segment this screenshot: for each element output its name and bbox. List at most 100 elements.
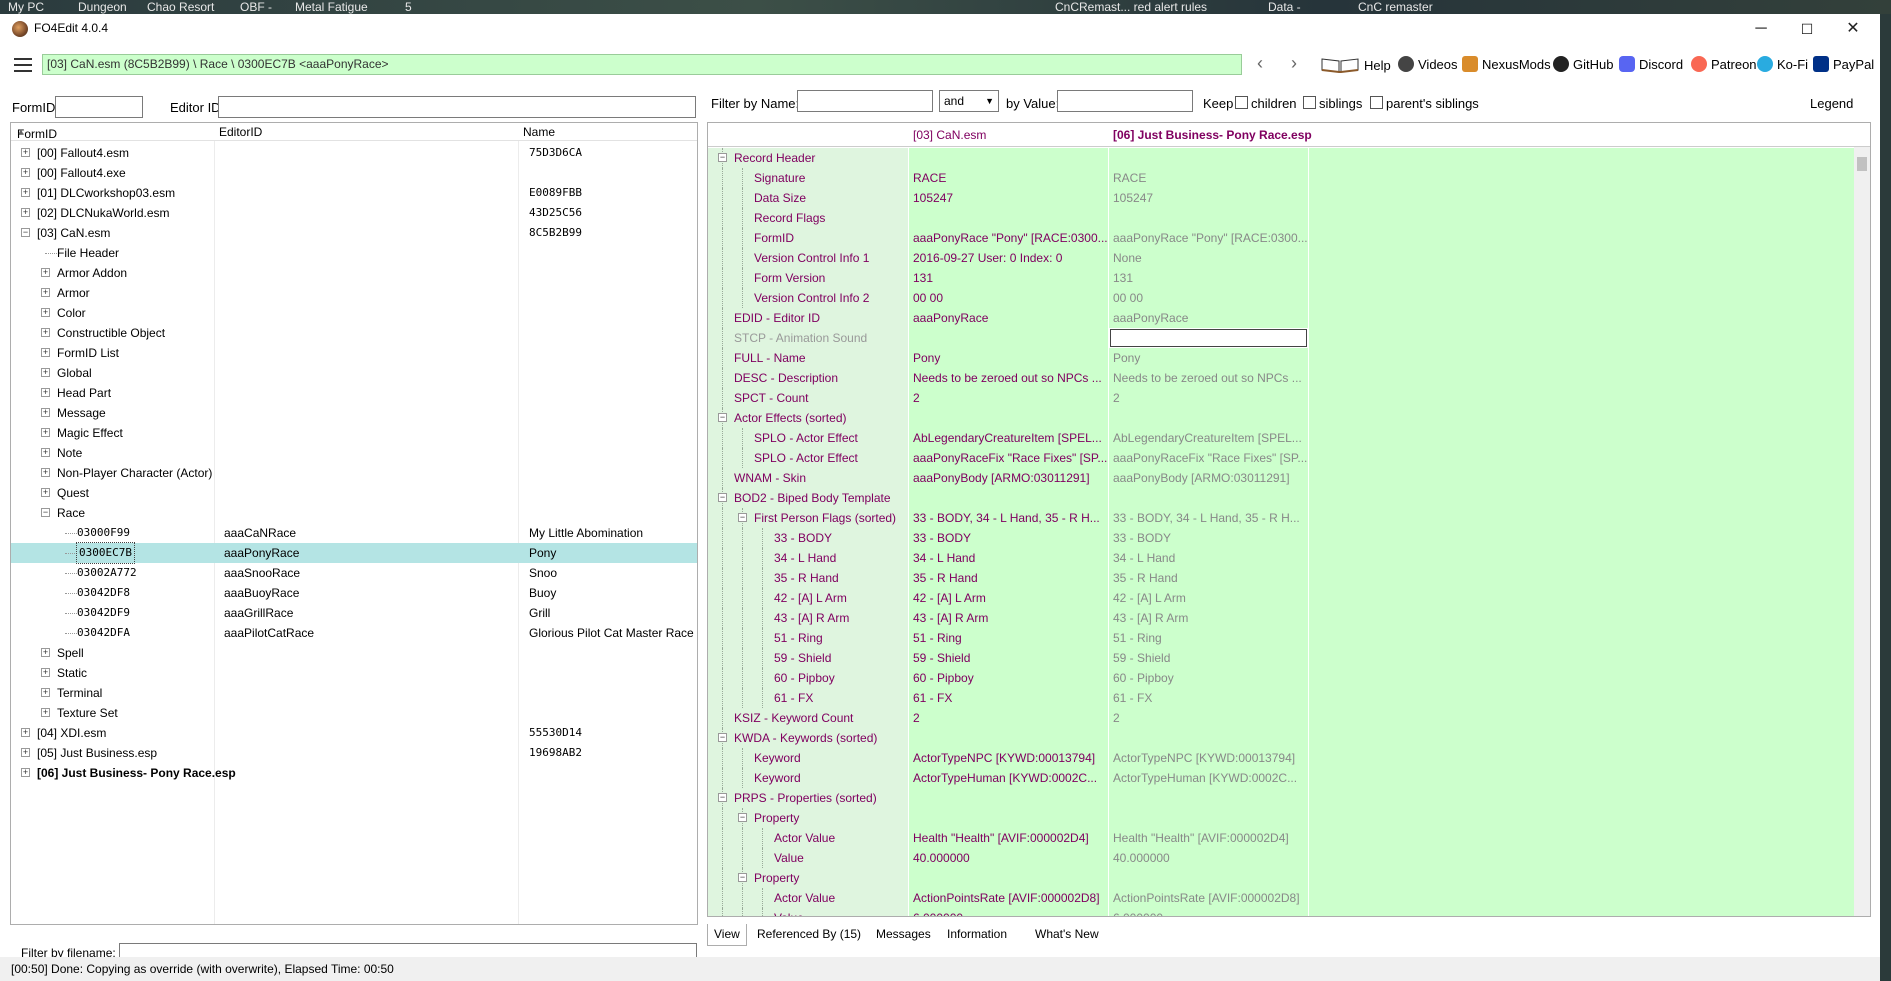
grid-cell-can-esm[interactable]: ActorTypeNPC [KYWD:00013794]: [909, 748, 1108, 768]
maximize-button[interactable]: ☐: [1784, 14, 1830, 44]
desktop-shortcut[interactable]: Metal Fatigue: [295, 0, 368, 14]
grid-cell-can-esm[interactable]: 131: [909, 268, 1108, 288]
grid-row[interactable]: 33 - BODY 33 - BODY 33 - BODY: [708, 528, 1854, 548]
grid-cell-pony-race-esp[interactable]: [1109, 148, 1308, 168]
grid-row[interactable]: Signature RACE RACE: [708, 168, 1854, 188]
grid-cell-pony-race-esp[interactable]: 00 00: [1109, 288, 1308, 308]
expand-icon[interactable]: +: [41, 668, 50, 677]
vertical-scrollbar[interactable]: [1854, 147, 1870, 916]
tree-row[interactable]: + Non-Player Character (Actor): [11, 463, 697, 483]
grid-row[interactable]: − Record Header: [708, 148, 1854, 168]
collapse-icon[interactable]: −: [718, 793, 727, 802]
collapse-icon[interactable]: −: [41, 508, 50, 517]
grid-row[interactable]: Version Control Info 1 2016-09-27 User: 0…: [708, 248, 1854, 268]
grid-row[interactable]: 42 - [A] L Arm 42 - [A] L Arm 42 - [A] L A…: [708, 588, 1854, 608]
grid-row[interactable]: 43 - [A] R Arm 43 - [A] R Arm 43 - [A] R A…: [708, 608, 1854, 628]
close-button[interactable]: ✕: [1830, 14, 1876, 44]
grid-cell-pony-race-esp[interactable]: 105247: [1109, 188, 1308, 208]
tab-whats-new[interactable]: What's New: [1029, 924, 1105, 946]
tab-referenced-by[interactable]: Referenced By (15): [751, 924, 867, 946]
grid-cell-pony-race-esp[interactable]: [1109, 208, 1308, 228]
desktop-shortcut[interactable]: CnCRemast... red alert rules: [1055, 0, 1207, 14]
grid-cell-pony-race-esp[interactable]: [1109, 788, 1308, 808]
tree-row[interactable]: File Header: [11, 243, 697, 263]
grid-cell-can-esm[interactable]: [909, 328, 1108, 348]
expand-icon[interactable]: +: [41, 648, 50, 657]
grid-row[interactable]: 59 - Shield 59 - Shield 59 - Shield: [708, 648, 1854, 668]
grid-cell-pony-race-esp[interactable]: 51 - Ring: [1109, 628, 1308, 648]
column-header-name[interactable]: Name: [523, 125, 555, 139]
tree-row[interactable]: 0300EC7B aaaPonyRace Pony: [11, 542, 697, 564]
grid-cell-pony-race-esp[interactable]: ActionPointsRate [AVIF:000002D8]: [1109, 888, 1308, 908]
expand-icon[interactable]: +: [41, 448, 50, 457]
grid-cell-can-esm[interactable]: ActionPointsRate [AVIF:000002D8]: [909, 888, 1108, 908]
grid-cell-can-esm[interactable]: 105247: [909, 188, 1108, 208]
grid-cell-can-esm[interactable]: aaaPonyRace "Pony" [RACE:0300...: [909, 228, 1108, 248]
grid-cell-can-esm[interactable]: aaaPonyRace: [909, 308, 1108, 328]
collapse-icon[interactable]: −: [738, 813, 747, 822]
grid-cell-can-esm[interactable]: RACE: [909, 168, 1108, 188]
tree-row[interactable]: 03000F99 aaaCaNRace My Little Abomination: [11, 523, 697, 543]
expand-icon[interactable]: +: [41, 328, 50, 337]
desktop-shortcut[interactable]: CnC remaster: [1358, 0, 1433, 14]
tree-row[interactable]: + Global: [11, 363, 697, 383]
expand-icon[interactable]: +: [21, 168, 30, 177]
grid-row[interactable]: − Actor Effects (sorted): [708, 408, 1854, 428]
grid-cell-pony-race-esp[interactable]: 60 - Pipboy: [1109, 668, 1308, 688]
logic-select[interactable]: and ▼: [939, 90, 999, 112]
expand-icon[interactable]: +: [41, 308, 50, 317]
desktop-shortcut[interactable]: Chao Resort: [147, 0, 214, 14]
grid-row[interactable]: − KWDA - Keywords (sorted): [708, 728, 1854, 748]
grid-cell-pony-race-esp[interactable]: 43 - [A] R Arm: [1109, 608, 1308, 628]
collapse-icon[interactable]: −: [738, 873, 747, 882]
videos-link[interactable]: Videos: [1398, 56, 1458, 72]
tree-row[interactable]: + Color: [11, 303, 697, 323]
grid-row[interactable]: 60 - Pipboy 60 - Pipboy 60 - Pipboy: [708, 668, 1854, 688]
grid-cell-can-esm[interactable]: 43 - [A] R Arm: [909, 608, 1108, 628]
grid-row[interactable]: Version Control Info 2 00 00 00 00: [708, 288, 1854, 308]
tab-information[interactable]: Information: [941, 924, 1013, 946]
grid-row[interactable]: SPCT - Count 2 2: [708, 388, 1854, 408]
minimize-button[interactable]: ─: [1738, 14, 1784, 44]
grid-row[interactable]: 51 - Ring 51 - Ring 51 - Ring: [708, 628, 1854, 648]
tree-row[interactable]: 03042DF8 aaaBuoyRace Buoy: [11, 583, 697, 603]
paypal-link[interactable]: PayPal: [1813, 56, 1874, 72]
tree-row[interactable]: + [01] DLCworkshop03.esm E0089FBB: [11, 183, 697, 203]
grid-cell-pony-race-esp[interactable]: 40.000000: [1109, 848, 1308, 868]
formid-input[interactable]: [55, 96, 143, 118]
tree-row[interactable]: + [06] Just Business- Pony Race.esp: [11, 763, 697, 783]
grid-row[interactable]: STCP - Animation Sound: [708, 328, 1854, 348]
editorid-input[interactable]: [218, 96, 696, 118]
grid-cell-can-esm[interactable]: 34 - L Hand: [909, 548, 1108, 568]
record-compare-grid[interactable]: [03] CaN.esm [06] Just Business- Pony Ra…: [707, 122, 1871, 917]
grid-cell-can-esm[interactable]: 00 00: [909, 288, 1108, 308]
expand-icon[interactable]: +: [41, 288, 50, 297]
grid-cell-pony-race-esp[interactable]: 33 - BODY: [1109, 528, 1308, 548]
forward-arrow-icon[interactable]: ›: [1284, 53, 1304, 74]
grid-cell-can-esm[interactable]: Health "Health" [AVIF:000002D4]: [909, 828, 1108, 848]
grid-row[interactable]: − First Person Flags (sorted) 33 - BODY, 3…: [708, 508, 1854, 528]
help-link[interactable]: Help: [1320, 56, 1391, 74]
grid-cell-can-esm[interactable]: [909, 868, 1108, 888]
expand-icon[interactable]: +: [41, 368, 50, 377]
grid-cell-pony-race-esp[interactable]: 61 - FX: [1109, 688, 1308, 708]
grid-cell-can-esm[interactable]: [909, 148, 1108, 168]
tab-view[interactable]: View: [707, 924, 747, 946]
expand-icon[interactable]: +: [21, 748, 30, 757]
grid-row[interactable]: WNAM - Skin aaaPonyBody [ARMO:03011291] aa…: [708, 468, 1854, 488]
grid-cell-pony-race-esp[interactable]: RACE: [1109, 168, 1308, 188]
siblings-checkbox[interactable]: [1303, 96, 1316, 109]
grid-cell-pony-race-esp[interactable]: None: [1109, 248, 1308, 268]
tree-row[interactable]: + [04] XDI.esm 55530D14: [11, 723, 697, 743]
grid-row[interactable]: 35 - R Hand 35 - R Hand 35 - R Hand: [708, 568, 1854, 588]
collapse-icon[interactable]: −: [718, 413, 727, 422]
grid-cell-can-esm[interactable]: [909, 788, 1108, 808]
grid-row[interactable]: SPLO - Actor Effect aaaPonyRaceFix "Race …: [708, 448, 1854, 468]
record-path-bar[interactable]: [03] CaN.esm (8C5B2B99) \ Race \ 0300EC7…: [42, 54, 1242, 75]
tree-row[interactable]: + [00] Fallout4.esm 75D3D6CA: [11, 143, 697, 163]
grid-cell-pony-race-esp[interactable]: 2: [1109, 388, 1308, 408]
grid-cell-can-esm[interactable]: Pony: [909, 348, 1108, 368]
tree-row[interactable]: + Message: [11, 403, 697, 423]
discord-link[interactable]: Discord: [1619, 56, 1683, 72]
grid-cell-can-esm[interactable]: 35 - R Hand: [909, 568, 1108, 588]
